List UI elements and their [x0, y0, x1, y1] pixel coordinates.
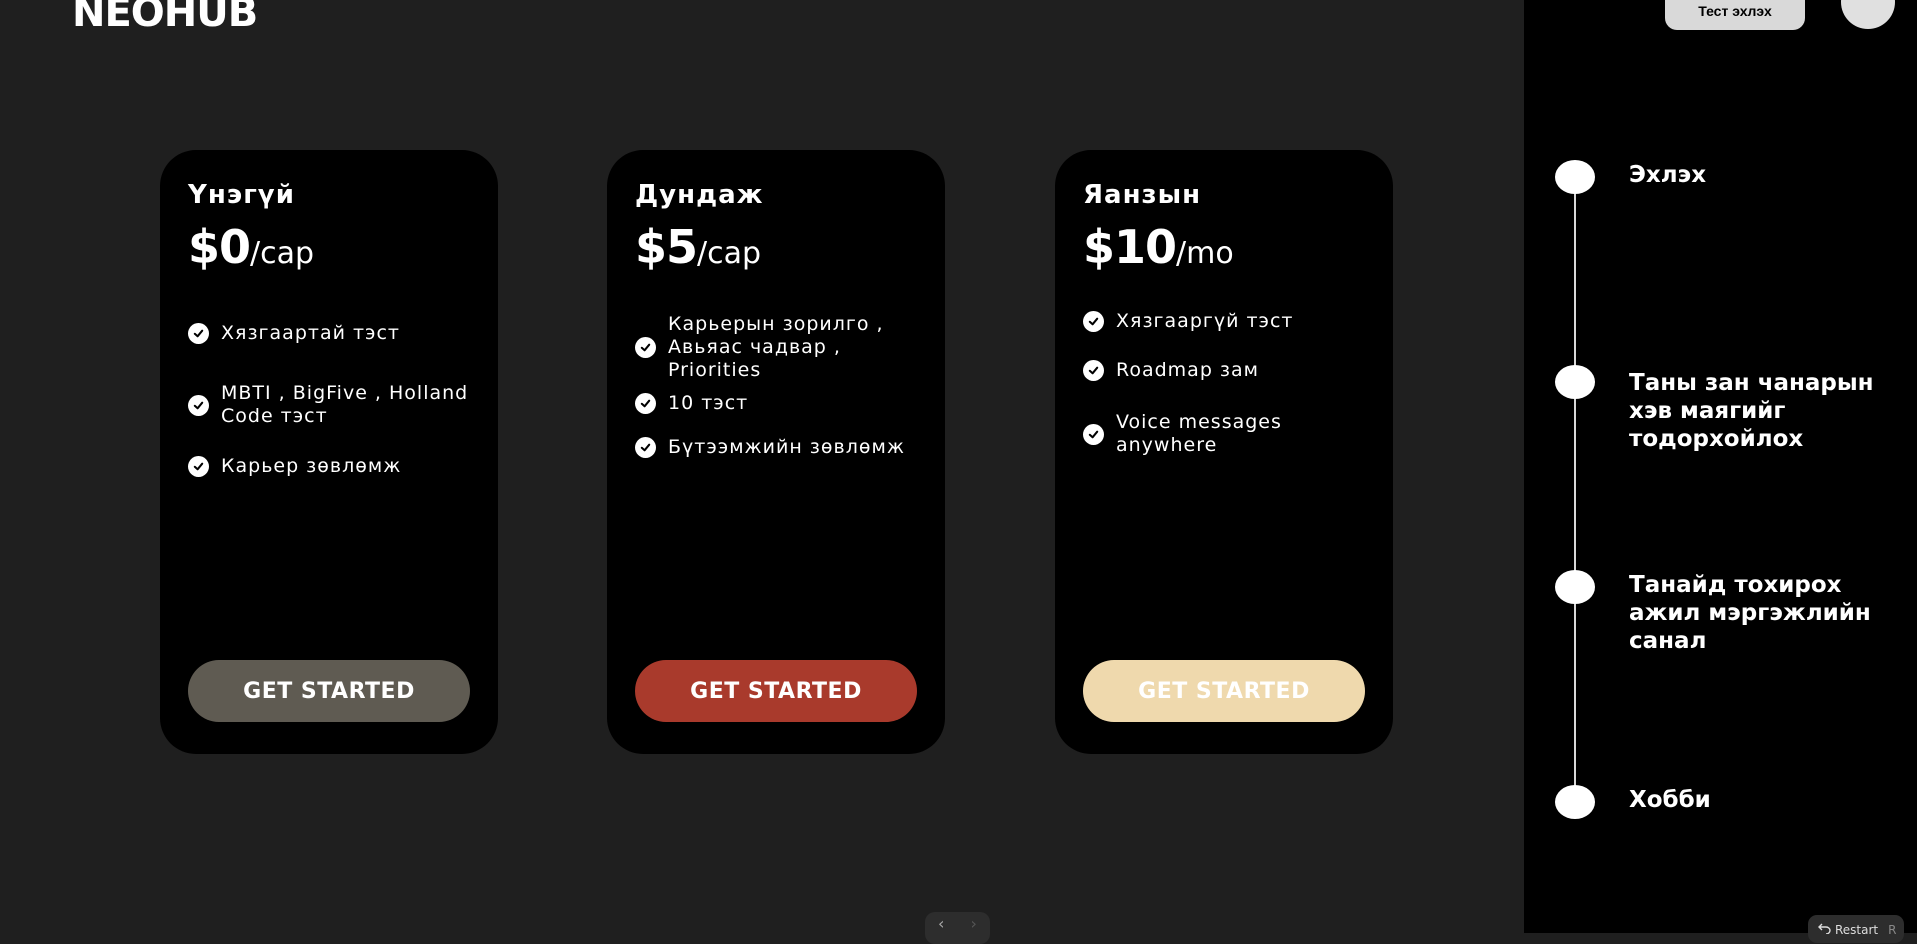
feature-item: Roadmap зам [1083, 359, 1373, 382]
timeline-step: Эхлэх [1629, 162, 1707, 188]
feature-text: Бүтээмжийн зөвлөмж [668, 436, 905, 458]
timeline-dot [1555, 785, 1595, 819]
restart-button[interactable]: Restart R [1808, 915, 1904, 943]
feature-item: Хязгаартай тэст [188, 322, 478, 345]
restart-label: Restart [1835, 923, 1879, 937]
pricing-card-free: Үнэгүй $0/сар Хязгаартай тэст MBTI , Big… [160, 150, 498, 754]
get-started-button-free[interactable]: GET STARTED [188, 660, 470, 722]
logo[interactable]: NEOHUB [72, 0, 258, 36]
feature-text: Карьер зөвлөмж [221, 455, 402, 477]
check-icon [188, 394, 209, 416]
pricing-card-medium: Дундаж $5/сар Карьерын зорилго , Авьяас … [607, 150, 945, 754]
undo-icon [1818, 923, 1831, 937]
carousel-pager: ‹ › [925, 912, 990, 944]
chevron-left-icon[interactable]: ‹ [938, 916, 944, 932]
feature-text: MBTI , BigFive , Holland Code тэст [221, 382, 469, 427]
feature-text: Хязгааргүй тэст [1116, 310, 1294, 332]
feature-text: 10 тэст [668, 392, 749, 414]
check-icon [1083, 360, 1104, 381]
feature-item: Voice messages anywhere [1083, 411, 1373, 457]
start-test-button[interactable]: Тест эхлэх [1665, 0, 1805, 30]
check-icon [188, 323, 209, 344]
get-started-button-premium[interactable]: GET STARTED [1083, 660, 1365, 722]
timeline-dot [1555, 160, 1595, 194]
plan-period: /сар [250, 236, 315, 271]
plan-price: $10/mo [1083, 220, 1365, 274]
timeline-line [1574, 177, 1576, 802]
check-icon [635, 337, 656, 358]
pricing-card-premium: Яанзын $10/mo Хязгааргүй тэст Roadmap за… [1055, 150, 1393, 754]
timeline-step: Таны зан чанарын хэв маягийг тодорхойлох [1629, 370, 1874, 452]
check-icon [1083, 311, 1104, 332]
feature-item: Хязгааргүй тэст [1083, 310, 1373, 333]
timeline-dot [1555, 365, 1595, 399]
feature-item: Бүтээмжийн зөвлөмж [635, 436, 925, 459]
timeline-dot [1555, 570, 1595, 604]
feature-item: 10 тэст [635, 392, 925, 415]
plan-price: $0/сар [188, 220, 470, 274]
feature-item: Карьер зөвлөмж [188, 455, 478, 478]
timeline-step: Хобби [1629, 787, 1711, 813]
plan-amount: $0 [188, 220, 251, 274]
plan-name: Яанзын [1083, 180, 1202, 210]
plan-period: /сар [697, 236, 762, 271]
check-icon [1083, 423, 1104, 445]
feature-text: Карьерын зорилго , Авьяас чадвар , Prior… [668, 313, 884, 381]
feature-text: Voice messages anywhere [1116, 411, 1282, 456]
feature-item: MBTI , BigFive , Holland Code тэст [188, 382, 478, 428]
check-icon [188, 456, 209, 477]
check-icon [635, 393, 656, 414]
timeline-step: Танайд тохирох ажил мэргэжлийн санал [1629, 572, 1871, 654]
check-icon [635, 437, 656, 458]
feature-text: Хязгаартай тэст [221, 322, 400, 344]
get-started-button-medium[interactable]: GET STARTED [635, 660, 917, 722]
plan-amount: $10 [1083, 220, 1177, 274]
chevron-right-icon[interactable]: › [971, 916, 977, 932]
plan-period: /mo [1176, 236, 1234, 271]
feature-text: Roadmap зам [1116, 359, 1260, 381]
plan-price: $5/сар [635, 220, 917, 274]
plan-name: Үнэгүй [188, 180, 295, 210]
feature-item: Карьерын зорилго , Авьяас чадвар , Prior… [635, 313, 925, 382]
plan-name: Дундаж [635, 180, 764, 210]
plan-amount: $5 [635, 220, 698, 274]
restart-shortcut-key: R [1888, 923, 1897, 937]
